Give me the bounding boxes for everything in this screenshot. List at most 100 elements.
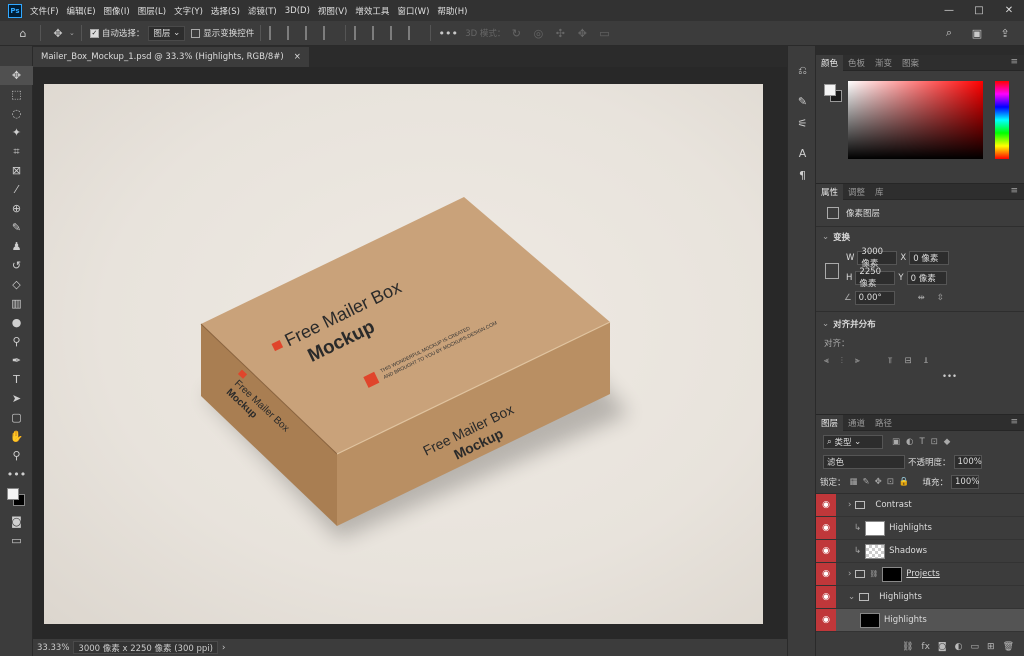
blur-tool[interactable]: ● xyxy=(0,313,33,332)
hand-tool[interactable]: ✋ xyxy=(0,427,33,446)
align-bottom-icon[interactable]: ⫫ xyxy=(924,356,929,366)
align-top-icon[interactable]: ⫪ xyxy=(888,356,893,366)
visibility-eye-icon[interactable]: ◉ xyxy=(816,517,836,539)
menu-edit[interactable]: 编辑(E) xyxy=(63,5,100,17)
transform-header[interactable]: ⌄ 变换 xyxy=(816,226,1024,247)
tab-layers[interactable]: 图层 xyxy=(816,414,844,431)
more-options-icon[interactable]: ••• xyxy=(439,24,458,42)
add-mask-icon[interactable]: ◙ xyxy=(938,642,947,652)
tab-patterns[interactable]: 图案 xyxy=(897,55,924,71)
menu-type[interactable]: 文字(Y) xyxy=(170,5,207,17)
history-brush-tool[interactable]: ↺ xyxy=(0,256,33,275)
y-input[interactable]: 0 像素 xyxy=(906,271,947,285)
new-layer-icon[interactable]: ⊞ xyxy=(987,642,995,652)
document-tab[interactable]: Mailer_Box_Mockup_1.psd @ 33.3% (Highlig… xyxy=(33,47,309,67)
clone-stamp-tool[interactable]: ♟ xyxy=(0,237,33,256)
marquee-tool[interactable]: ⬚ xyxy=(0,85,33,104)
link-layers-icon[interactable]: ⛓ xyxy=(902,642,913,652)
path-selection-tool[interactable]: ➤ xyxy=(0,389,33,408)
foreground-color[interactable] xyxy=(7,488,19,500)
menu-select[interactable]: 选择(S) xyxy=(207,5,244,17)
lock-icons[interactable]: ▦✎✥⊡🔒 xyxy=(850,477,915,487)
panel-menu-icon[interactable]: ≡ xyxy=(1010,417,1018,427)
close-window-button[interactable]: ✕ xyxy=(994,0,1024,21)
align-center-h-icon[interactable] xyxy=(287,26,301,40)
tab-gradients[interactable]: 渐变 xyxy=(870,55,897,71)
chevron-down-icon[interactable]: ⌄ xyxy=(848,592,855,602)
quick-mask-icon[interactable]: ◙ xyxy=(0,512,33,531)
menu-plugins[interactable]: 增效工具 xyxy=(351,5,393,17)
tab-adjustments[interactable]: 调整 xyxy=(843,184,870,200)
menu-3d[interactable]: 3D(D) xyxy=(281,6,314,16)
tab-channels[interactable]: 通道 xyxy=(843,415,870,431)
height-input[interactable]: 2250 像素 xyxy=(855,267,896,289)
lasso-tool[interactable]: ◌ xyxy=(0,104,33,123)
new-group-icon[interactable]: ▭ xyxy=(971,642,980,652)
hue-slider[interactable] xyxy=(995,81,1009,159)
menu-help[interactable]: 帮助(H) xyxy=(433,5,471,17)
layer-row[interactable]: ◉ ↳ Highlights xyxy=(816,517,1024,540)
flip-horizontal-icon[interactable]: ⇹ xyxy=(918,293,925,303)
align-center-icon[interactable]: ⫶ xyxy=(841,356,843,366)
kind-filter-dropdown[interactable]: ⌕ 类型 ⌄ xyxy=(823,435,883,449)
flip-vertical-icon[interactable]: ⇳ xyxy=(937,293,944,303)
menu-image[interactable]: 图像(I) xyxy=(100,5,134,17)
chevron-right-icon[interactable]: › xyxy=(848,569,851,579)
minimize-button[interactable]: — xyxy=(934,0,964,21)
visibility-eye-icon[interactable]: ◉ xyxy=(816,563,836,585)
gradient-tool[interactable]: ▥ xyxy=(0,294,33,313)
opacity-input[interactable]: 100% xyxy=(953,455,982,469)
visibility-eye-icon[interactable]: ◉ xyxy=(816,609,836,631)
align-bottom-icon[interactable] xyxy=(390,26,404,40)
zoom-tool[interactable]: ⚲ xyxy=(0,446,33,465)
fill-input[interactable]: 100% xyxy=(951,475,979,489)
menu-view[interactable]: 视图(V) xyxy=(314,5,351,17)
filter-icons[interactable]: ▣◐T⊡◆ xyxy=(892,437,956,447)
character-panel-icon[interactable]: A xyxy=(788,142,817,164)
align-right-icon[interactable]: ⫸ xyxy=(855,356,860,366)
zoom-level[interactable]: 33.33% xyxy=(33,643,73,653)
link-icon[interactable] xyxy=(825,263,839,279)
layer-row[interactable]: ◉ › ⛓ Projects xyxy=(816,563,1024,586)
tab-swatches[interactable]: 色板 xyxy=(843,55,870,71)
show-transform-checkbox[interactable] xyxy=(191,28,201,38)
align-left-icon[interactable]: ⫷ xyxy=(824,356,829,366)
type-tool[interactable]: T xyxy=(0,370,33,389)
close-tab-icon[interactable]: × xyxy=(294,52,301,62)
color-swatches[interactable] xyxy=(0,484,32,512)
menu-layer[interactable]: 图层(L) xyxy=(134,5,170,17)
tab-paths[interactable]: 路径 xyxy=(870,415,897,431)
screen-mode-icon[interactable]: ▭ xyxy=(0,531,33,550)
status-arrow-icon[interactable]: › xyxy=(218,643,229,653)
dodge-tool[interactable]: ⚲ xyxy=(0,332,33,351)
panel-menu-icon[interactable]: ≡ xyxy=(1010,57,1018,67)
pen-tool[interactable]: ✒ xyxy=(0,351,33,370)
visibility-eye-icon[interactable]: ◉ xyxy=(816,494,836,516)
brush-settings-icon[interactable]: ✎ xyxy=(788,90,817,112)
align-header[interactable]: ⌄ 对齐并分布 xyxy=(816,311,1024,334)
panel-menu-icon[interactable]: ≡ xyxy=(1010,186,1018,196)
tab-libraries[interactable]: 库 xyxy=(870,184,889,200)
canvas-area[interactable]: Free Mailer Box Mockup THIS WONDERFUL MO… xyxy=(33,67,787,639)
align-top-icon[interactable] xyxy=(354,26,368,40)
fg-color-swatch[interactable] xyxy=(824,84,836,96)
align-right-icon[interactable] xyxy=(305,26,319,40)
color-field[interactable] xyxy=(848,81,983,159)
auto-select-dropdown[interactable]: 图层 ⌄ xyxy=(148,25,186,41)
maximize-button[interactable]: □ xyxy=(964,0,994,21)
auto-select-checkbox[interactable]: ✓ xyxy=(89,28,99,38)
document-canvas[interactable]: Free Mailer Box Mockup THIS WONDERFUL MO… xyxy=(44,84,763,624)
history-panel-icon[interactable]: ⎌ xyxy=(788,60,817,82)
layer-row[interactable]: ◉ ⌄ Highlights xyxy=(816,586,1024,609)
align-middle-icon[interactable]: ⊟ xyxy=(905,356,912,366)
align-middle-icon[interactable] xyxy=(372,26,386,40)
tab-color[interactable]: 颜色 xyxy=(816,54,844,71)
distribute-v-icon[interactable] xyxy=(408,26,422,40)
paragraph-panel-icon[interactable]: ¶ xyxy=(788,164,817,186)
shape-tool[interactable]: ▢ xyxy=(0,408,33,427)
crop-tool[interactable]: ⌗ xyxy=(0,142,33,161)
visibility-eye-icon[interactable]: ◉ xyxy=(816,586,836,608)
layer-row[interactable]: ◉ ↳ Shadows xyxy=(816,540,1024,563)
move-tool[interactable]: ✥ xyxy=(0,66,33,85)
brush-tool[interactable]: ✎ xyxy=(0,218,33,237)
